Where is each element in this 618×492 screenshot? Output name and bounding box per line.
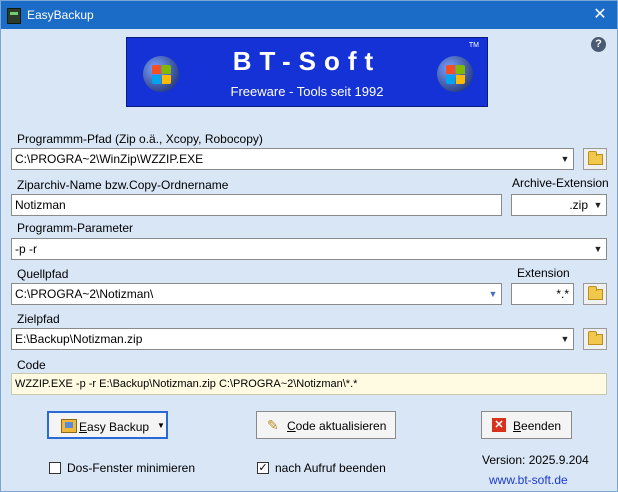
archive-extension-combobox[interactable]: .zip ▼ <box>511 194 607 216</box>
target-path-label: Zielpfad <box>17 312 60 326</box>
quit-after-run-checkbox[interactable]: ✓ <box>257 462 269 474</box>
update-code-label: Code aktualisieren <box>287 419 387 433</box>
archive-extension-label: Archive-Extension <box>512 176 609 190</box>
split-dropdown-icon[interactable]: ▼ <box>157 421 165 430</box>
banner-brand: BT-Soft <box>232 46 382 76</box>
folder-icon <box>588 151 603 165</box>
target-path-value: E:\Backup\Notizman.zip <box>15 332 143 346</box>
extension-input[interactable]: *.* <box>511 283 574 305</box>
folder-icon <box>588 331 603 345</box>
source-path-combobox[interactable]: C:\PROGRA~2\Notizman\ ▼ <box>11 283 502 305</box>
quit-button[interactable]: ✕ Beenden <box>481 411 572 439</box>
browse-source-button[interactable] <box>583 283 607 305</box>
quit-after-run-label: nach Aufruf beenden <box>275 461 386 475</box>
banner-tagline: Freeware - Tools seit 1992 <box>230 84 384 99</box>
browse-target-button[interactable] <box>583 328 607 350</box>
update-code-button[interactable]: ✎ Code aktualisieren <box>256 411 396 439</box>
bt-soft-banner: BT-Soft TM Freeware - Tools seit 1992 <box>126 37 488 107</box>
source-path-value: C:\PROGRA~2\Notizman\ <box>15 287 154 301</box>
app-icon <box>7 8 21 24</box>
chevron-down-icon[interactable]: ▼ <box>557 329 573 349</box>
minimize-dos-checkbox[interactable] <box>49 462 61 474</box>
code-output[interactable]: WZZIP.EXE -p -r E:\Backup\Notizman.zip C… <box>11 373 607 395</box>
program-path-label: Programmm-Pfad (Zip o.ä., Xcopy, Robocop… <box>17 132 263 146</box>
archive-name-value: Notizman <box>15 198 66 212</box>
program-params-value: -p -r <box>15 242 37 256</box>
target-path-combobox[interactable]: E:\Backup\Notizman.zip ▼ <box>11 328 574 350</box>
minimize-dos-label: Dos-Fenster minimieren <box>67 461 196 475</box>
program-path-value: C:\PROGRA~2\WinZip\WZZIP.EXE <box>15 152 204 166</box>
close-button[interactable]: ✕ <box>583 1 617 29</box>
program-params-label: Programm-Parameter <box>17 221 134 235</box>
code-value: WZZIP.EXE -p -r E:\Backup\Notizman.zip C… <box>15 378 358 390</box>
extension-label: Extension <box>517 266 570 280</box>
backup-icon <box>61 419 77 433</box>
archive-name-input[interactable]: Notizman <box>11 194 502 216</box>
browse-program-button[interactable] <box>583 148 607 170</box>
easy-backup-label: Easy Backup <box>79 420 150 434</box>
quit-label: Beenden <box>513 419 562 433</box>
chevron-down-icon[interactable]: ▼ <box>557 149 573 169</box>
chevron-down-icon[interactable]: ▼ <box>590 195 606 215</box>
close-icon: ✕ <box>492 418 506 432</box>
edit-pen-icon: ✎ <box>267 417 279 433</box>
source-path-label: Quellpfad <box>17 267 69 281</box>
windows-flag-icon <box>437 56 473 92</box>
program-params-combobox[interactable]: -p -r ▼ <box>11 238 607 260</box>
code-label: Code <box>17 358 46 372</box>
help-icon[interactable]: ? <box>591 37 606 52</box>
extension-value: *.* <box>556 287 569 301</box>
easy-backup-button[interactable]: Easy Backup ▼ <box>47 411 168 439</box>
program-path-combobox[interactable]: C:\PROGRA~2\WinZip\WZZIP.EXE ▼ <box>11 148 574 170</box>
folder-icon <box>588 286 603 300</box>
chevron-down-icon[interactable]: ▼ <box>590 239 606 259</box>
website-link[interactable]: www.bt-soft.de <box>489 473 568 487</box>
version-text: Version: 2025.9.204 <box>482 453 589 467</box>
main-window: EasyBackup ✕ BT-Soft TM Freeware - Tools… <box>0 0 618 492</box>
close-icon: ✕ <box>593 6 607 23</box>
archive-name-label: Ziparchiv-Name bzw.Copy-Ordnername <box>17 178 229 192</box>
window-title: EasyBackup <box>27 8 94 22</box>
chevron-down-icon[interactable]: ▼ <box>485 284 501 304</box>
title-bar[interactable]: EasyBackup ✕ <box>1 1 617 29</box>
archive-extension-value: .zip <box>569 198 588 212</box>
banner-trademark: TM <box>468 42 479 49</box>
